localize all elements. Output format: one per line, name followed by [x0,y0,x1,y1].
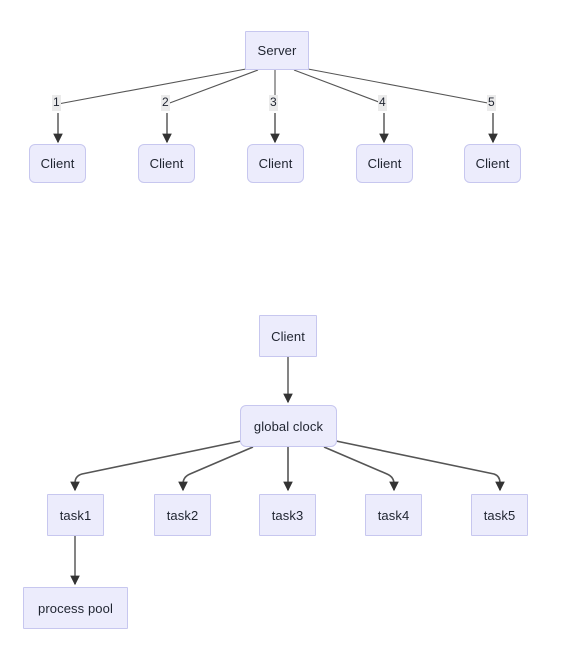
arrow-clock-to-task2 [178,446,254,492]
edge-label-5: 5 [487,95,496,111]
node-task2[interactable]: task2 [154,494,211,536]
edge-server-client-5 [307,68,494,105]
arrow-clock-to-task5 [335,440,505,492]
edges-client-clock-tasks [70,357,505,586]
node-client-3[interactable]: Client [247,144,304,183]
node-client-root[interactable]: Client [259,315,317,357]
edge-label-1: 1 [52,95,61,111]
node-client-2[interactable]: Client [138,144,195,183]
diagram-canvas: Server 1 2 3 4 5 Client Client Client Cl… [0,0,564,663]
edge-label-4: 4 [378,95,387,111]
node-client-5[interactable]: Client [464,144,521,183]
arrow-clock-to-task4 [323,446,399,492]
edge-label-2: 2 [161,95,170,111]
edge-label-3: 3 [269,95,278,111]
arrow-clock-to-task1 [70,440,242,492]
node-server[interactable]: Server [245,31,309,70]
node-client-4[interactable]: Client [356,144,413,183]
node-task3[interactable]: task3 [259,494,316,536]
node-global-clock[interactable]: global clock [240,405,337,447]
node-task4[interactable]: task4 [365,494,422,536]
node-task5[interactable]: task5 [471,494,528,536]
node-process-pool[interactable]: process pool [23,587,128,629]
node-task1[interactable]: task1 [47,494,104,536]
edge-server-client-1 [57,68,247,105]
node-client-1[interactable]: Client [29,144,86,183]
edge-server-client-4 [293,69,385,105]
edge-server-client-2 [166,69,259,105]
